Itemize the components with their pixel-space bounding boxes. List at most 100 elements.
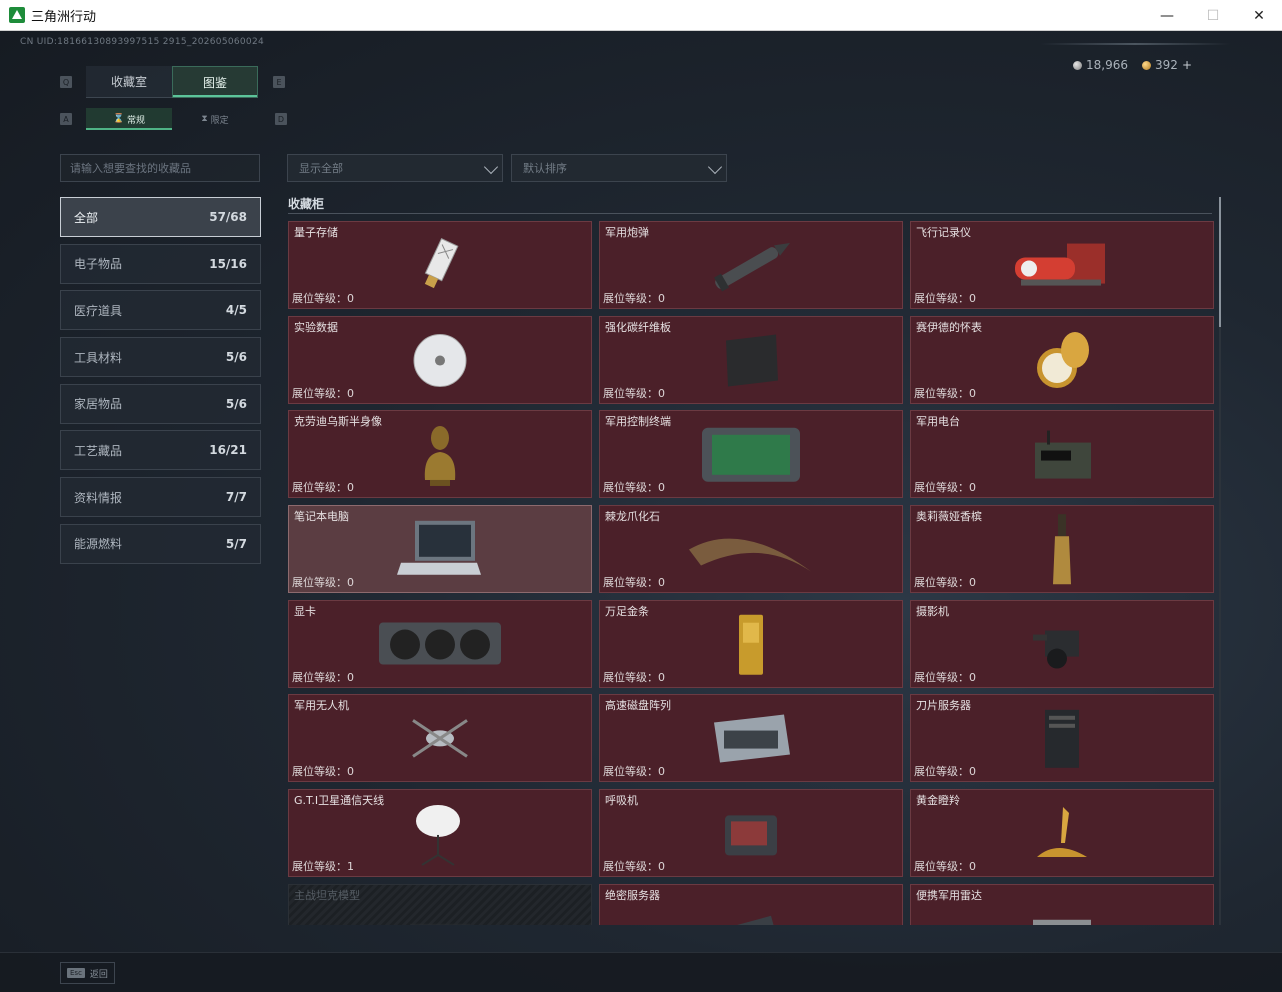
item-name: 黄金瞪羚	[916, 794, 960, 808]
collection-card[interactable]: 克劳迪乌斯半身像 展位等级：0	[288, 410, 592, 499]
display-level-value: 0	[969, 576, 976, 590]
search-input[interactable]: 请输入想要查找的收藏品	[60, 154, 260, 182]
grid-scrollbar-thumb[interactable]	[1219, 197, 1221, 327]
display-filter-dropdown[interactable]: 显示全部	[287, 154, 503, 182]
artillery-shell-icon	[701, 236, 801, 300]
gold-bar-icon	[736, 612, 766, 680]
minimize-button[interactable]: —	[1144, 0, 1190, 31]
display-level-label: 展位等级：	[603, 386, 658, 400]
chevron-down-icon	[707, 159, 723, 175]
collection-grid: 量子存储 展位等级：0 军用炮弹 展位等级：0 飞行记录仪 展位等级：0 实验数据展位等级：…	[288, 221, 1214, 925]
collection-card[interactable]: 飞行记录仪 展位等级：0	[910, 221, 1214, 309]
item-name: 刀片服务器	[916, 699, 971, 713]
display-level-value: 0	[347, 765, 354, 779]
collection-card[interactable]: 军用控制终端 展位等级：0	[599, 410, 903, 499]
display-level-label: 展位等级：	[292, 576, 347, 590]
category-item[interactable]: 全部 57/68	[60, 197, 261, 237]
item-name: G.T.I卫星通信天线	[294, 794, 385, 808]
category-list: 全部 57/68 电子物品 15/16 医疗道具 4/5 工具材料 5/6 家居物品 5/6 工艺藏…	[60, 197, 261, 571]
collection-card[interactable]: 高速磁盘阵列 展位等级：0	[599, 694, 903, 783]
display-level-value: 0	[658, 576, 665, 590]
collection-card[interactable]: 军用无人机 展位等级：0	[288, 694, 592, 783]
display-level: 展位等级：0	[914, 763, 976, 779]
close-button[interactable]: ✕	[1236, 0, 1282, 31]
subtab-limited[interactable]: ⧗ 限定	[172, 108, 258, 130]
display-level-label: 展位等级：	[292, 765, 347, 779]
subtab-normal-label: 常规	[127, 115, 146, 126]
collection-card[interactable]: 强化碳纤维板 展位等级：0	[599, 315, 903, 404]
flight-recorder-icon	[1007, 236, 1117, 300]
collection-card[interactable]: 实验数据展位等级：0	[288, 315, 592, 404]
display-level-value: 0	[969, 860, 976, 874]
category-count: 16/21	[209, 443, 247, 458]
item-name: 实验数据	[294, 320, 338, 334]
display-level: 展位等级：0	[292, 385, 354, 401]
collection-card[interactable]: 主战坦克模型	[288, 883, 592, 925]
game-viewport: CN UID:18166130893997515 2915_2026050600…	[0, 31, 1282, 992]
maximize-button[interactable]: ☐	[1190, 0, 1236, 31]
collection-card[interactable]: 刀片服务器展位等级：0	[910, 694, 1214, 783]
collection-card[interactable]: 黄金瞪羚展位等级：0	[910, 789, 1214, 878]
sort-value: 默认排序	[523, 162, 567, 175]
champagne-icon	[1047, 512, 1077, 592]
category-item[interactable]: 工具材料 5/6	[60, 337, 261, 378]
tab-collection-room[interactable]: 收藏室	[86, 66, 172, 98]
item-name: 军用电台	[916, 415, 960, 429]
collection-card[interactable]: 棘龙爪化石 展位等级：0	[599, 505, 903, 594]
item-name: 摄影机	[916, 604, 949, 618]
display-level-value: 0	[347, 670, 354, 684]
collection-card[interactable]: G.T.I卫星通信天线 展位等级：1	[288, 789, 592, 878]
display-level: 展位等级：0	[914, 669, 976, 685]
display-level: 展位等级：0	[914, 858, 976, 874]
collection-card[interactable]: 笔记本电脑 展位等级：0	[288, 505, 592, 594]
collection-card[interactable]: 赛伊德的怀表 展位等级：0	[910, 315, 1214, 404]
display-level-value: 0	[658, 292, 665, 305]
display-level: 展位等级：0	[603, 479, 665, 495]
add-currency-button[interactable]: +	[1182, 58, 1192, 72]
display-level: 展位等级：0	[292, 669, 354, 685]
display-level-label: 展位等级：	[914, 765, 969, 779]
collection-card[interactable]: 量子存储 展位等级：0	[288, 221, 592, 309]
display-level: 展位等级：0	[914, 385, 976, 401]
category-item[interactable]: 工艺藏品 16/21	[60, 430, 261, 471]
collection-card[interactable]: 绝密服务器	[599, 883, 903, 925]
collection-card[interactable]: 奥莉薇娅香槟 展位等级：0	[910, 505, 1214, 594]
sub-tabs: ⌛ 常规 ⧗ 限定	[86, 108, 258, 130]
tab-catalog[interactable]: 图鉴	[172, 66, 258, 98]
collection-card[interactable]: 军用炮弹 展位等级：0	[599, 221, 903, 309]
display-level-label: 展位等级：	[603, 860, 658, 874]
gold-currency[interactable]: 392 +	[1142, 58, 1192, 72]
collection-card[interactable]: 摄影机展位等级：0	[910, 599, 1214, 688]
subtab-limited-label: 限定	[210, 115, 229, 126]
subtab-normal[interactable]: ⌛ 常规	[86, 108, 172, 130]
item-name: 赛伊德的怀表	[916, 320, 982, 334]
bottom-bar: Esc 返回	[0, 952, 1282, 992]
category-item[interactable]: 电子物品 15/16	[60, 243, 261, 284]
display-level-value: 0	[969, 292, 976, 305]
collection-card[interactable]: 便携军用雷达	[910, 883, 1214, 925]
currency-bar: 18,966 392 +	[1073, 58, 1192, 72]
category-label: 能源燃料	[74, 537, 123, 552]
display-level-value: 1	[347, 860, 354, 874]
satellite-dish-icon	[410, 799, 470, 873]
window-title: 三角洲行动	[31, 9, 97, 25]
category-item[interactable]: 资料情报 7/7	[60, 477, 261, 518]
tank-model-icon	[400, 908, 480, 925]
category-item[interactable]: 家居物品 5/6	[60, 383, 261, 424]
sort-dropdown[interactable]: 默认排序	[511, 154, 727, 182]
display-filter-value: 显示全部	[299, 162, 343, 175]
silver-coin-icon	[1073, 61, 1083, 70]
disk-array-icon	[706, 709, 796, 773]
back-button[interactable]: Esc 返回	[60, 962, 115, 984]
display-level: 展位等级：0	[603, 858, 665, 874]
category-count: 15/16	[209, 256, 247, 271]
display-level: 展位等级：0	[292, 763, 354, 779]
collection-card[interactable]: 军用电台 展位等级：0	[910, 410, 1214, 499]
collection-card[interactable]: 显卡 展位等级：0	[288, 599, 592, 688]
category-item[interactable]: 能源燃料 5/7	[60, 523, 261, 564]
collection-card[interactable]: 呼吸机 展位等级：0	[599, 789, 903, 878]
category-item[interactable]: 医疗道具 4/5	[60, 290, 261, 331]
collection-card[interactable]: 万足金条 展位等级：0	[599, 599, 903, 688]
main-tabs: 收藏室 图鉴	[86, 66, 258, 98]
display-level-label: 展位等级：	[914, 670, 969, 684]
